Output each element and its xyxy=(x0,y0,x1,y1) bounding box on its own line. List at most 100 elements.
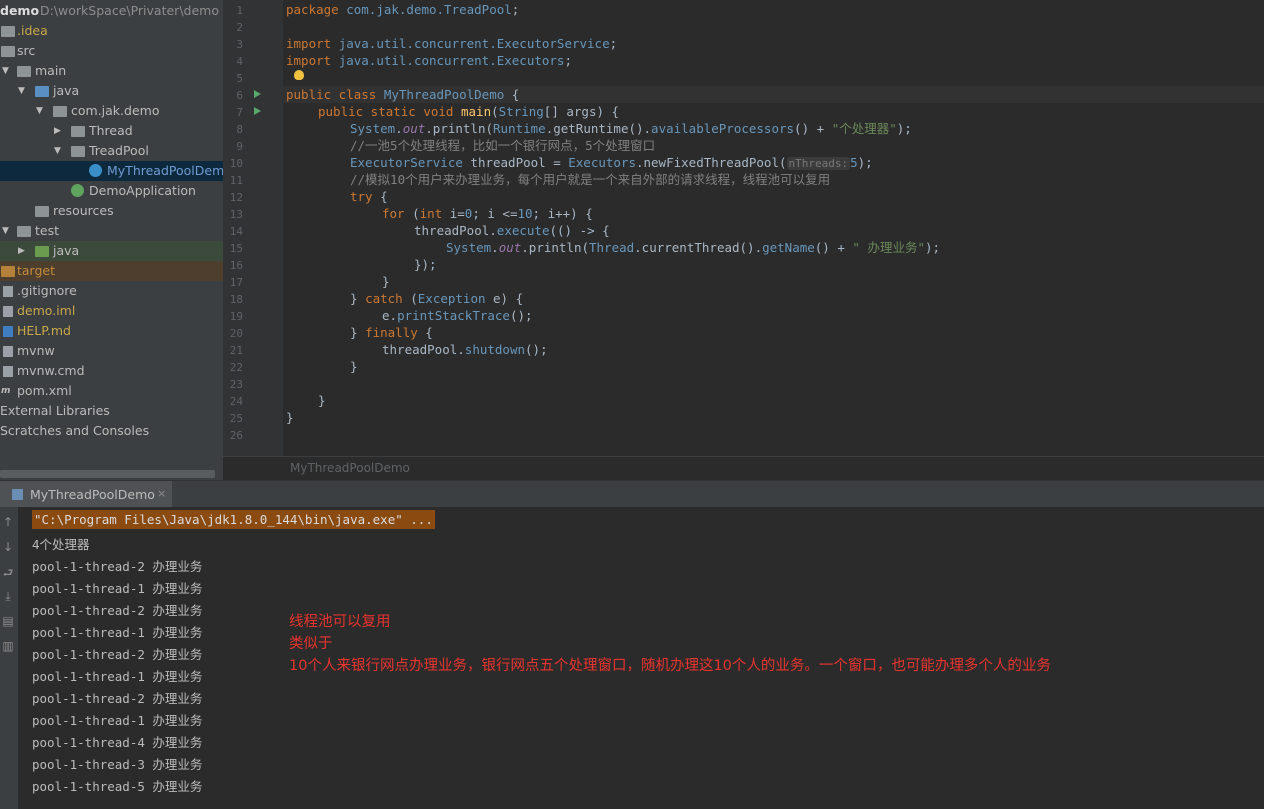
parameter-hint: nThreads: xyxy=(786,157,851,170)
tree-item-mvnw[interactable]: mvnw xyxy=(0,341,223,361)
tree-item-scratches[interactable]: Scratches and Consoles xyxy=(0,421,223,441)
chevron-down-icon[interactable]: ▼ xyxy=(2,61,12,81)
tree-item-test[interactable]: ▼ test xyxy=(0,221,223,241)
resources-folder-icon xyxy=(35,206,49,217)
tree-item-src[interactable]: src xyxy=(0,41,223,61)
code-line-17: } xyxy=(382,274,390,289)
console-line: pool-1-thread-4 办理业务 xyxy=(32,735,203,750)
package-icon xyxy=(71,146,85,157)
tree-item-label: pom.xml xyxy=(17,383,72,398)
annotation-line-2: 类似于 xyxy=(289,636,333,652)
tree-item-pom-xml[interactable]: m pom.xml xyxy=(0,381,223,401)
tree-item-treadpool[interactable]: ▼ TreadPool xyxy=(0,141,223,161)
down-arrow-icon[interactable]: ↓ xyxy=(2,540,14,554)
tree-item-label: HELP.md xyxy=(17,323,71,338)
tree-horizontal-scrollbar[interactable] xyxy=(0,470,215,478)
tree-item-label: .idea xyxy=(17,23,48,38)
project-path: D:\workSpace\Privater\demo xyxy=(40,3,219,18)
trash-icon[interactable]: ▥ xyxy=(2,639,14,653)
line-number: 23 xyxy=(229,378,243,391)
folder-icon xyxy=(17,66,31,77)
line-number: 7 xyxy=(236,106,243,119)
tree-item-label: resources xyxy=(53,203,114,218)
tab-label: MyThreadPoolDemo xyxy=(30,487,155,502)
tree-item-mythreadpooldemo[interactable]: MyThreadPoolDemo xyxy=(0,161,223,181)
package-icon xyxy=(71,126,85,137)
tree-item-gitignore[interactable]: .gitignore xyxy=(0,281,223,301)
line-number: 22 xyxy=(229,361,243,374)
chevron-right-icon[interactable]: ▶ xyxy=(18,241,28,261)
code-line-24: } xyxy=(318,393,326,408)
folder-icon xyxy=(1,26,15,37)
run-main-icon[interactable] xyxy=(254,107,261,115)
console-command: "C:\Program Files\Java\jdk1.8.0_144\bin\… xyxy=(32,510,435,529)
tree-item-demo-iml[interactable]: demo.iml xyxy=(0,301,223,321)
code-line-16: }); xyxy=(414,257,437,272)
line-number: 9 xyxy=(236,140,243,153)
line-number: 18 xyxy=(229,293,243,306)
run-side-toolbar: ↑ ↓ ⮐ ⤓ ▤ ▥ xyxy=(0,507,18,809)
tree-item-idea[interactable]: .idea xyxy=(0,21,223,41)
soft-wrap-icon[interactable]: ⮐ xyxy=(2,564,14,585)
line-number: 16 xyxy=(229,259,243,272)
code-line-20: } finally { xyxy=(350,325,433,340)
tree-item-demoapplication[interactable]: DemoApplication xyxy=(0,181,223,201)
tree-item-test-java[interactable]: ▶ java xyxy=(0,241,223,261)
annotation-line-3: 10个人来银行网点办理业务，银行网点五个处理窗口，随机办理这10个人的业务。一个… xyxy=(289,658,1051,674)
chevron-down-icon[interactable]: ▼ xyxy=(54,141,64,161)
annotation-line-1: 线程池可以复用 xyxy=(289,614,391,630)
close-icon[interactable]: × xyxy=(157,487,166,500)
tree-item-main[interactable]: ▼ main xyxy=(0,61,223,81)
source-folder-icon xyxy=(35,86,49,97)
tree-item-label: java xyxy=(53,83,80,98)
chevron-down-icon[interactable]: ▼ xyxy=(18,81,28,101)
project-tree: demo D:\workSpace\Privater\demo .idea sr… xyxy=(0,0,223,480)
chevron-right-icon[interactable]: ▶ xyxy=(54,121,64,141)
chevron-down-icon[interactable]: ▼ xyxy=(2,221,12,241)
package-icon xyxy=(53,106,67,117)
tree-item-thread[interactable]: ▶ Thread xyxy=(0,121,223,141)
code-line-14: threadPool.execute(() -> { xyxy=(414,223,610,238)
tree-item-label: Scratches and Consoles xyxy=(0,423,150,438)
editor-breadcrumb[interactable]: MyThreadPoolDemo xyxy=(223,456,1264,481)
line-number: 10 xyxy=(229,157,243,170)
tree-item-com-jak-demo[interactable]: ▼ com.jak.demo xyxy=(0,101,223,121)
lightbulb-icon[interactable] xyxy=(294,70,304,80)
code-line-9: //一池5个处理线程，比如一个银行网点，5个处理窗口 xyxy=(350,138,656,153)
line-number: 6 xyxy=(236,89,243,102)
tree-item-label: TreadPool xyxy=(89,143,149,158)
print-icon[interactable]: ▤ xyxy=(2,614,14,628)
up-arrow-icon[interactable]: ↑ xyxy=(2,515,14,529)
breadcrumb-item[interactable]: MyThreadPoolDemo xyxy=(290,461,410,475)
scroll-to-end-icon[interactable]: ⤓ xyxy=(2,589,14,604)
run-toolbar: MyThreadPoolDemo × xyxy=(0,480,1264,508)
test-folder-icon xyxy=(35,246,49,257)
line-number: 13 xyxy=(229,208,243,221)
chevron-down-icon[interactable]: ▼ xyxy=(36,101,46,121)
tree-item-resources[interactable]: resources xyxy=(0,201,223,221)
folder-icon xyxy=(1,46,15,57)
tree-item-external-libraries[interactable]: External Libraries xyxy=(0,401,223,421)
code-line-3: import java.util.concurrent.ExecutorServ… xyxy=(286,36,618,51)
tree-item-mvnw-cmd[interactable]: mvnw.cmd xyxy=(0,361,223,381)
line-number: 24 xyxy=(229,395,243,408)
tree-item-label: .gitignore xyxy=(17,283,77,298)
tab-run-mythreadpooldemo[interactable]: MyThreadPoolDemo × xyxy=(0,481,172,508)
tree-item-help-md[interactable]: HELP.md xyxy=(0,321,223,341)
line-number: 21 xyxy=(229,344,243,357)
project-root[interactable]: demo D:\workSpace\Privater\demo xyxy=(0,1,223,21)
code-line-4: import java.util.concurrent.Executors; xyxy=(286,53,572,68)
file-icon xyxy=(3,286,13,297)
console-line: pool-1-thread-2 办理业务 xyxy=(32,559,203,574)
line-number: 3 xyxy=(236,38,243,51)
tree-item-target[interactable]: target xyxy=(0,261,223,281)
line-number: 11 xyxy=(229,174,243,187)
code-line-22: } xyxy=(350,359,358,374)
line-number: 17 xyxy=(229,276,243,289)
excluded-folder-icon xyxy=(1,266,15,277)
console-line: pool-1-thread-1 办理业务 xyxy=(32,669,203,684)
line-number: 12 xyxy=(229,191,243,204)
tree-item-java[interactable]: ▼ java xyxy=(0,81,223,101)
run-class-icon[interactable] xyxy=(254,90,261,98)
line-number: 14 xyxy=(229,225,243,238)
